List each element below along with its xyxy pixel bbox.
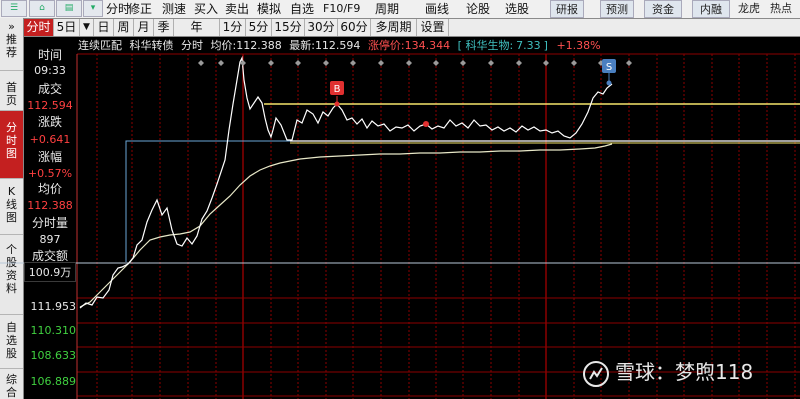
event-diamond-13 (543, 60, 549, 66)
volume-label: 分时量 (31, 216, 68, 230)
chart-grid (77, 53, 800, 399)
event-diamond-14 (571, 60, 577, 66)
event-diamond-16 (626, 60, 632, 66)
header-related-change: +1.38% (556, 39, 601, 52)
change-value: +0.641 (29, 133, 71, 146)
header-related-close: ] (543, 39, 548, 52)
quote-info-panel: 时间 09:33 成交 112.594 涨跌 +0.641 涨幅 +0.57% … (24, 37, 76, 283)
header-mode: 连续匹配 (78, 39, 122, 52)
change-label: 涨跌 (37, 115, 62, 129)
volume-value: 897 (39, 233, 61, 246)
event-diamond-10 (460, 60, 466, 66)
amount-box (24, 262, 76, 282)
event-diamond-7 (378, 60, 384, 66)
avg-value: 112.388 (27, 199, 73, 212)
header-view: 分时 (181, 39, 203, 52)
trading-app-window: ☰ ⌂ ▤ ▾ 分时 修正 测速 买入 卖出 模拟 自选 F10/F9 周期 画… (0, 0, 800, 399)
trade-label: 成交 (37, 82, 62, 96)
axis-label-1: 111.953 (30, 300, 77, 313)
event-diamond-1 (218, 60, 224, 66)
event-diamond-11 (488, 60, 494, 66)
header-last-label: 最新: (289, 39, 315, 52)
sell-marker-label: S (606, 62, 612, 73)
axis-label-3: 108.633 (30, 349, 77, 362)
watermark: 雪球：梦煦118 (583, 358, 754, 387)
connector-line (125, 140, 290, 262)
event-diamond-4 (295, 60, 301, 66)
event-markers (198, 60, 632, 66)
header-limit-label: 涨停价: (367, 39, 405, 52)
header-avg-label: 均价: (210, 39, 237, 52)
pct-label: 涨幅 (37, 150, 62, 164)
snowball-logo-icon (583, 360, 609, 387)
event-diamond-5 (323, 60, 329, 66)
trade-dot (423, 121, 429, 127)
avg-label: 均价 (37, 182, 62, 196)
axis-label-4: 106.889 (30, 375, 77, 388)
amount-label: 成交额 (31, 249, 68, 263)
event-diamond-12 (516, 60, 522, 66)
intraday-chart: B S (0, 53, 800, 399)
trade-value: 112.594 (27, 99, 73, 112)
sell-marker[interactable]: S (602, 59, 616, 86)
header-related-value: 7.33 (516, 39, 541, 52)
pct-value: +0.57% (27, 167, 73, 180)
time-label: 时间 (37, 48, 62, 62)
buy-marker[interactable]: B (330, 81, 344, 107)
event-diamond-0 (198, 60, 204, 66)
event-diamond-3 (268, 60, 274, 66)
axis-label-2: 110.310 (30, 324, 77, 337)
watermark-text: 雪球：梦煦118 (615, 360, 754, 384)
header-name: 科华转债 (129, 39, 174, 52)
buy-marker-label: B (334, 84, 341, 95)
event-diamond-6 (350, 60, 356, 66)
event-diamond-8 (406, 60, 412, 66)
header-avg-value: 112.388 (236, 39, 282, 52)
header-last-value: 112.594 (314, 39, 361, 52)
event-diamond-9 (433, 60, 439, 66)
chart-header: 连续匹配 科华转债 分时 均价:112.388 最新:112.594 涨停价:1… (78, 38, 601, 54)
time-value: 09:33 (34, 64, 66, 77)
header-related-label[interactable]: [ 科华生物: (458, 39, 514, 52)
header-limit-value: 134.344 (404, 39, 451, 52)
